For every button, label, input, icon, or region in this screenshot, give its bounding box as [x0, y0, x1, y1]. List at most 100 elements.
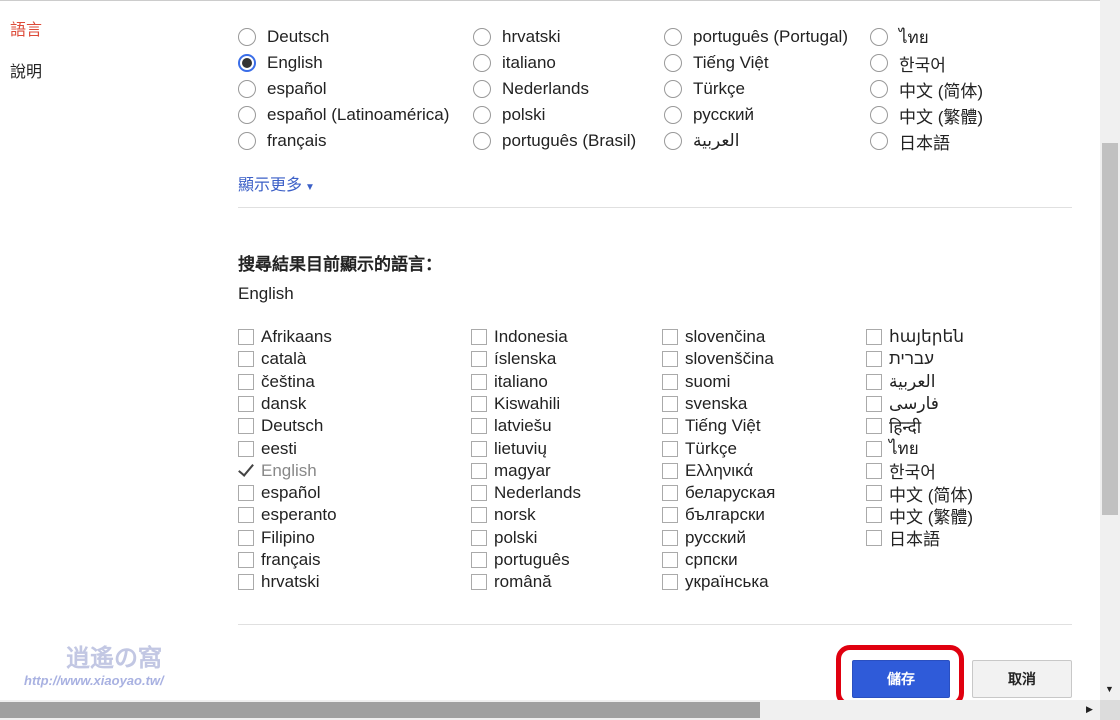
language-checkbox[interactable]: العربية	[866, 371, 935, 393]
language-checkbox[interactable]: 日本語	[866, 527, 940, 549]
checkbox[interactable]	[238, 529, 254, 546]
scroll-right-arrow-icon[interactable]: ▶	[1086, 704, 1093, 715]
save-button[interactable]: 儲存	[852, 660, 950, 698]
language-checkbox[interactable]: Filipino	[238, 527, 315, 549]
checkbox[interactable]	[238, 373, 254, 390]
checkbox[interactable]	[238, 552, 254, 568]
radio-button[interactable]	[870, 54, 888, 72]
language-radio[interactable]: português (Portugal)	[664, 25, 848, 49]
radio-button[interactable]	[664, 132, 682, 150]
checkbox[interactable]	[471, 507, 487, 524]
language-checkbox[interactable]: hrvatski	[238, 571, 320, 593]
language-checkbox[interactable]: हिन्दी	[866, 415, 921, 437]
language-checkbox[interactable]: беларуская	[662, 482, 775, 504]
checkbox[interactable]	[866, 529, 882, 546]
sidebar-item-1[interactable]: 說明	[10, 58, 42, 82]
scroll-down-arrow-icon[interactable]: ▼	[1105, 684, 1114, 694]
show-more-link[interactable]: 顯示更多 ▼	[238, 171, 315, 195]
language-checkbox[interactable]: polski	[471, 527, 537, 549]
checkbox[interactable]	[662, 529, 678, 546]
checkbox[interactable]	[662, 574, 678, 591]
language-checkbox[interactable]: հայերեն	[866, 326, 964, 348]
language-checkbox[interactable]: 中文 (简体)	[866, 482, 973, 505]
language-radio[interactable]: 中文 (简体)	[870, 77, 983, 101]
language-checkbox[interactable]: Kiswahili	[471, 393, 560, 415]
checkbox[interactable]	[866, 395, 882, 412]
language-radio[interactable]: español	[238, 77, 327, 101]
checkbox[interactable]	[471, 574, 487, 591]
checkbox[interactable]	[662, 329, 678, 345]
checkbox[interactable]	[238, 351, 254, 368]
language-radio[interactable]: العربية	[664, 129, 739, 153]
checkbox[interactable]	[471, 440, 487, 457]
language-radio[interactable]: italiano	[473, 51, 556, 75]
language-checkbox[interactable]: Afrikaans	[238, 326, 332, 348]
language-radio[interactable]: 한국어	[870, 51, 946, 75]
language-radio[interactable]: Nederlands	[473, 77, 589, 101]
checkbox[interactable]	[866, 462, 882, 479]
checkbox[interactable]	[866, 485, 882, 502]
language-checkbox[interactable]: ไทย	[866, 438, 919, 460]
checkbox[interactable]	[866, 507, 882, 524]
language-radio[interactable]: Tiếng Việt	[664, 51, 769, 75]
radio-button[interactable]	[238, 28, 256, 46]
radio-button[interactable]	[473, 80, 491, 98]
language-checkbox[interactable]: עברית	[866, 348, 934, 370]
language-checkbox[interactable]: norsk	[471, 504, 536, 526]
radio-button[interactable]	[238, 132, 256, 150]
language-radio[interactable]: русский	[664, 103, 754, 127]
language-checkbox[interactable]: français	[238, 549, 321, 571]
language-checkbox[interactable]: lietuvių	[471, 438, 547, 460]
checkbox[interactable]	[471, 529, 487, 546]
language-radio[interactable]: Deutsch	[238, 25, 329, 49]
cancel-button[interactable]: 取消	[972, 660, 1072, 698]
language-radio[interactable]: polski	[473, 103, 545, 127]
radio-button[interactable]	[238, 80, 256, 98]
language-radio[interactable]: français	[238, 129, 327, 153]
checkbox[interactable]	[866, 329, 882, 345]
checkbox[interactable]	[866, 373, 882, 390]
checkbox[interactable]	[662, 440, 678, 457]
language-checkbox[interactable]: català	[238, 348, 306, 370]
language-checkbox[interactable]: українська	[662, 571, 769, 593]
checkbox[interactable]	[238, 574, 254, 591]
language-checkbox[interactable]: српски	[662, 549, 738, 571]
language-checkbox[interactable]: čeština	[238, 371, 315, 393]
radio-button[interactable]	[664, 28, 682, 46]
language-radio[interactable]: English	[238, 51, 323, 75]
checkbox[interactable]	[238, 329, 254, 345]
language-checkbox[interactable]: български	[662, 504, 765, 526]
scrollbar-thumb[interactable]	[1102, 143, 1118, 515]
checkbox[interactable]	[238, 395, 254, 412]
checkbox[interactable]	[866, 418, 882, 435]
radio-button[interactable]	[870, 28, 888, 46]
checkbox[interactable]	[662, 373, 678, 390]
language-checkbox[interactable]: فارسی	[866, 393, 939, 415]
checkbox[interactable]	[471, 351, 487, 368]
checkbox[interactable]	[662, 507, 678, 524]
checkbox[interactable]	[662, 418, 678, 435]
checkbox[interactable]	[471, 485, 487, 502]
language-checkbox[interactable]: esperanto	[238, 504, 337, 526]
language-radio[interactable]: 中文 (繁體)	[870, 103, 983, 127]
checkbox[interactable]	[471, 462, 487, 479]
checkbox[interactable]	[662, 485, 678, 502]
checkbox[interactable]	[662, 552, 678, 568]
radio-button[interactable]	[870, 106, 888, 124]
radio-button[interactable]	[473, 106, 491, 124]
language-checkbox[interactable]: slovenščina	[662, 348, 774, 370]
language-checkbox[interactable]: 中文 (繁體)	[866, 504, 973, 527]
language-radio[interactable]: ไทย	[870, 25, 929, 49]
scrollbar-thumb[interactable]	[0, 702, 760, 718]
radio-button[interactable]	[664, 54, 682, 72]
language-checkbox[interactable]: magyar	[471, 460, 551, 482]
language-checkbox[interactable]: slovenčina	[662, 326, 765, 348]
language-radio[interactable]: 日本語	[870, 129, 950, 153]
horizontal-scrollbar[interactable]: ▶	[0, 700, 1100, 720]
checkbox[interactable]	[471, 552, 487, 568]
language-checkbox[interactable]: suomi	[662, 371, 730, 393]
radio-button[interactable]	[473, 28, 491, 46]
radio-button[interactable]	[238, 106, 256, 124]
sidebar-item-0[interactable]: 語言	[10, 16, 42, 40]
radio-button[interactable]	[870, 80, 888, 98]
